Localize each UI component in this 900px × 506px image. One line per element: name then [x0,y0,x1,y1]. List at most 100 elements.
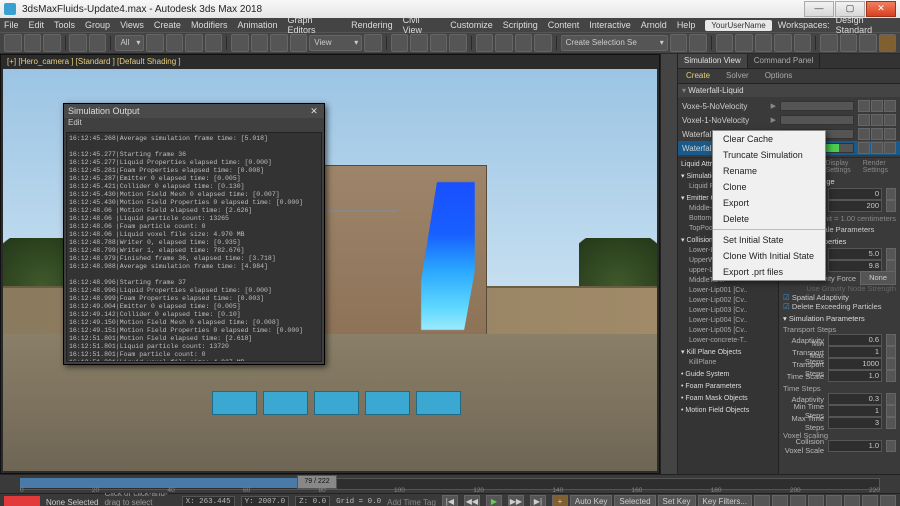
spinner-icon[interactable] [886,417,896,429]
toolbar-button[interactable] [430,34,448,52]
collision-voxel-input[interactable]: 1.0 [828,440,882,452]
toolbar-button[interactable] [166,34,184,52]
menu-item[interactable]: Tools [54,20,75,30]
toolbar-button[interactable] [716,34,734,52]
toolbar-button[interactable] [689,34,707,52]
next-frame-button[interactable]: ▶▶ [508,495,524,506]
toolbar-button[interactable] [185,34,203,52]
context-menu-item[interactable]: Clone With Initial State [713,248,825,264]
context-menu-item[interactable]: Clear Cache [713,131,825,147]
user-badge[interactable]: YourUserName [705,20,771,31]
spinner-icon[interactable] [886,370,896,382]
toolbar-button[interactable] [364,34,382,52]
timestep-adapt-input[interactable]: 0.3 [828,393,882,405]
selected-dropdown[interactable]: Selected [614,495,655,506]
toolbar-button[interactable] [205,34,223,52]
key-filters-button[interactable]: Key Filters... [698,495,752,506]
nav-button[interactable] [772,495,788,506]
move-button[interactable] [231,34,249,52]
toolbar-button[interactable] [859,34,877,52]
subtab-options[interactable]: Options [757,69,801,83]
menu-item[interactable]: Scripting [503,20,538,30]
menu-item[interactable]: Graph Editors [287,15,341,35]
maxscript-listener[interactable] [4,496,40,506]
menu-item[interactable]: File [4,20,19,30]
toolbar-button[interactable] [391,34,409,52]
coord-x[interactable]: X: 263.445 [182,496,235,506]
spinner-icon[interactable] [886,440,896,452]
coord-z[interactable]: Z: 0.0 [295,496,330,506]
tab-display-settings[interactable]: Display Settings [825,160,858,174]
toolbar-button[interactable] [794,34,812,52]
solver-row[interactable]: Voxel-1-NoVelocity▶ [678,113,900,127]
toolbar-button[interactable] [410,34,428,52]
command-panel-icon-bar[interactable] [660,54,678,474]
tab-simulation-view[interactable]: Simulation View [678,54,748,68]
nav-button[interactable] [790,495,806,506]
transport-max-input[interactable]: 1000 [828,358,882,370]
transport-adapt-input[interactable]: 0.6 [828,334,882,346]
nav-button[interactable] [754,495,770,506]
sim-output-edit-menu[interactable]: Edit [64,118,324,130]
menu-item[interactable]: Interactive [589,20,631,30]
menu-item[interactable]: Arnold [641,20,667,30]
nav-button[interactable] [826,495,842,506]
toolbar-button[interactable] [290,34,308,52]
toolbar-button[interactable] [4,34,22,52]
timestep-min-input[interactable]: 1 [828,405,882,417]
rollout-sim-params[interactable]: Simulation Parameters [783,314,896,323]
toolbar-button[interactable] [515,34,533,52]
gravity-force-button[interactable]: None [860,271,896,285]
toolbar-button[interactable] [534,34,552,52]
master-voxel-input[interactable]: 5.0 [828,248,882,260]
auto-key-button[interactable]: Auto Key [570,495,612,506]
menu-item[interactable]: Create [154,20,181,30]
spatial-adaptivity-checkbox[interactable]: Spatial Adaptivity [783,293,896,302]
viewport[interactable]: [+] [Hero_camera ] [Standard ] [Default … [0,54,660,474]
context-menu-item[interactable]: Set Initial State [713,232,825,248]
toolbar-button[interactable] [146,34,164,52]
toolbar-button[interactable] [774,34,792,52]
nav-button[interactable] [844,495,860,506]
toolbar-button[interactable] [735,34,753,52]
timestep-max-input[interactable]: 3 [828,417,882,429]
menu-item[interactable]: Modifiers [191,20,228,30]
sim-output-log[interactable]: 16:12:45.268|Average simulation frame ti… [66,132,322,362]
toolbar-button[interactable] [755,34,773,52]
context-menu-item[interactable]: Truncate Simulation [713,147,825,163]
menu-item[interactable]: Views [120,20,144,30]
menu-item[interactable]: Animation [237,20,277,30]
simulation-output-window[interactable]: Simulation Output ✕ Edit 16:12:45.268|Av… [63,103,325,365]
spinner-icon[interactable] [886,358,896,370]
context-menu-item[interactable]: Export .prt files [713,264,825,280]
rotate-button[interactable] [251,34,269,52]
toolbar-button[interactable] [495,34,513,52]
toolbar-button[interactable] [43,34,61,52]
named-selection-dropdown[interactable]: Create Selection Se [561,35,668,51]
selection-filter-dropdown[interactable]: All [115,35,144,51]
workspace-dropdown[interactable]: Design Standard [836,15,896,35]
context-menu-item[interactable]: Export [713,195,825,211]
delete-exceeding-checkbox[interactable]: Delete Exceeding Particles [783,302,896,311]
spinner-icon[interactable] [886,200,896,212]
toolbar-button[interactable] [24,34,42,52]
render-button[interactable] [879,34,897,52]
spinner-icon[interactable] [886,393,896,405]
tab-command-panel[interactable]: Command Panel [748,54,821,68]
menu-item[interactable]: Group [85,20,110,30]
menu-item[interactable]: Civil View [403,15,441,35]
set-key-button[interactable]: Set Key [658,495,696,506]
spinner-icon[interactable] [886,405,896,417]
subtab-solver[interactable]: Solver [718,69,757,83]
transport-timescale-input[interactable]: 1.0 [828,370,882,382]
end-frame-input[interactable]: 200 [828,200,882,212]
menu-item[interactable]: Rendering [351,20,393,30]
spinner-icon[interactable] [886,248,896,260]
sim-output-close-icon[interactable]: ✕ [308,106,320,117]
key-button[interactable]: + [552,495,568,506]
viewport-label[interactable]: [+] [Hero_camera ] [Standard ] [Default … [1,55,659,73]
start-frame-input[interactable]: 0 [828,188,882,200]
context-menu-item[interactable]: Delete [713,211,825,227]
ref-coord-dropdown[interactable]: View [309,35,362,51]
context-menu-item[interactable]: Rename [713,163,825,179]
